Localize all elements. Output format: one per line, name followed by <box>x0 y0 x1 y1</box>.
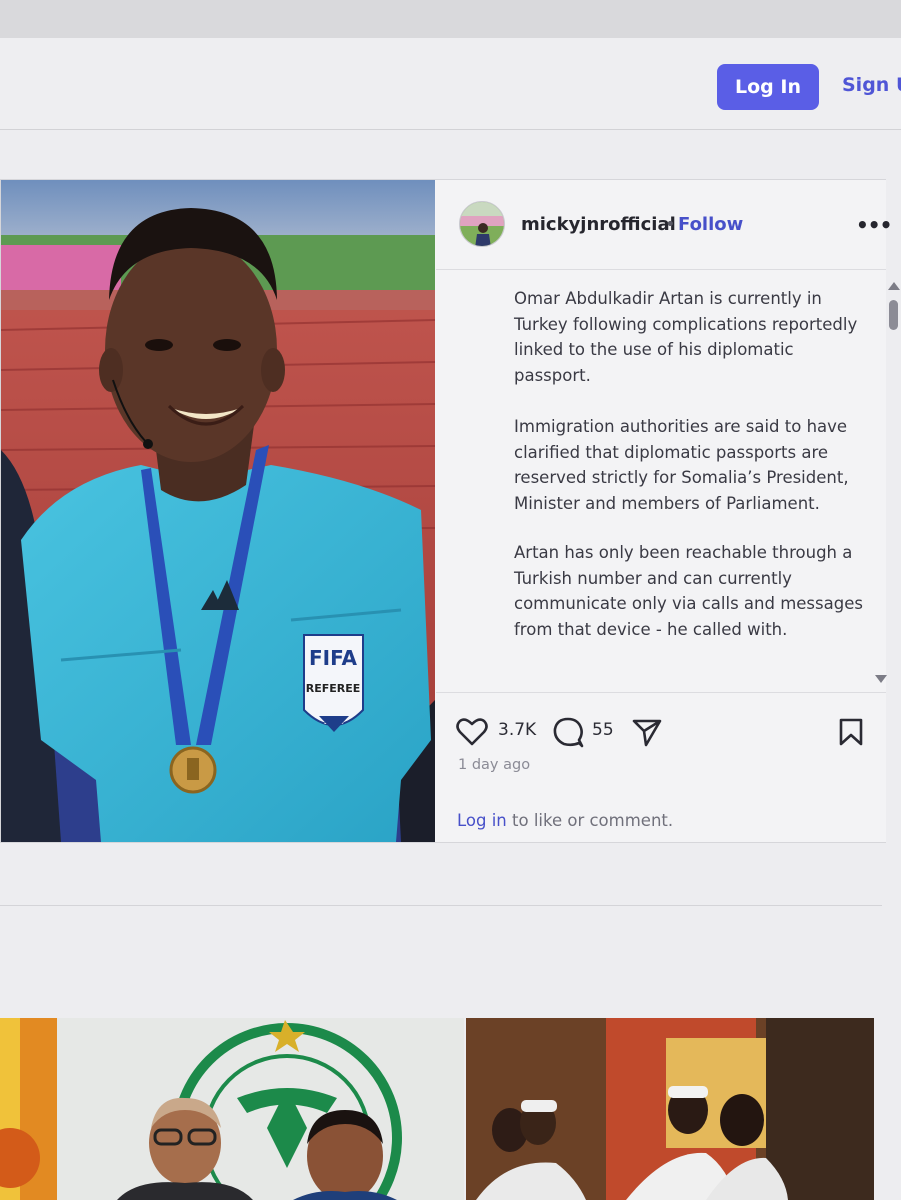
caption-paragraph: Immigration authorities are said to have… <box>514 417 849 513</box>
grid-thumbnail[interactable] <box>0 1018 57 1200</box>
heart-icon[interactable] <box>456 717 488 747</box>
avatar[interactable] <box>459 201 505 247</box>
scroll-up-arrow[interactable] <box>888 282 900 290</box>
username[interactable]: mickyjnrofficial <box>521 214 676 235</box>
follow-button[interactable]: Follow <box>678 214 743 235</box>
comments-count: 55 <box>592 720 614 740</box>
login-button[interactable]: Log In <box>717 64 819 110</box>
post-image[interactable]: FIFA REFEREE 2025 <box>1 180 435 842</box>
separator-dot: • <box>665 214 676 235</box>
screen: Log In Sign U <box>0 38 901 1200</box>
post-timestamp: 1 day ago <box>458 757 531 773</box>
referee-photo: FIFA REFEREE 2025 <box>1 180 435 842</box>
caption-scrollbar[interactable] <box>889 300 898 330</box>
scroll-down-arrow[interactable] <box>875 675 887 683</box>
login-prompt-text: to like or comment. <box>506 811 674 830</box>
grid-thumbnail[interactable] <box>466 1018 874 1200</box>
post-sidebar: mickyjnrofficial • Follow ••• Omar Abdul… <box>436 180 900 842</box>
signup-link[interactable]: Sign U <box>842 74 901 96</box>
caption-paragraph: Artan has only been reachable through a … <box>514 543 863 639</box>
top-nav: Log In Sign U <box>0 38 901 130</box>
post-caption: Omar Abdulkadir Artan is currently in Tu… <box>436 272 886 692</box>
section-divider <box>0 905 882 906</box>
more-options-icon[interactable]: ••• <box>856 213 892 237</box>
share-icon[interactable] <box>631 717 663 747</box>
grid-thumbnail[interactable] <box>57 1018 464 1200</box>
badge-fifa-text: FIFA <box>309 646 357 670</box>
bookmark-icon[interactable] <box>838 717 864 747</box>
login-prompt: Log in to like or comment. <box>457 811 673 830</box>
post-header: mickyjnrofficial • Follow ••• <box>436 180 892 270</box>
login-link[interactable]: Log in <box>457 811 507 830</box>
caption-paragraph: Omar Abdulkadir Artan is currently in Tu… <box>514 289 858 385</box>
likes-count: 3.7K <box>498 720 537 740</box>
post-card: FIFA REFEREE 2025 mickyjnrofficial <box>0 179 900 843</box>
comment-icon[interactable] <box>552 716 584 748</box>
post-actions: 3.7K 55 1 day ago Log in to like or comm… <box>436 692 886 842</box>
badge-referee-text: REFEREE <box>306 682 361 695</box>
